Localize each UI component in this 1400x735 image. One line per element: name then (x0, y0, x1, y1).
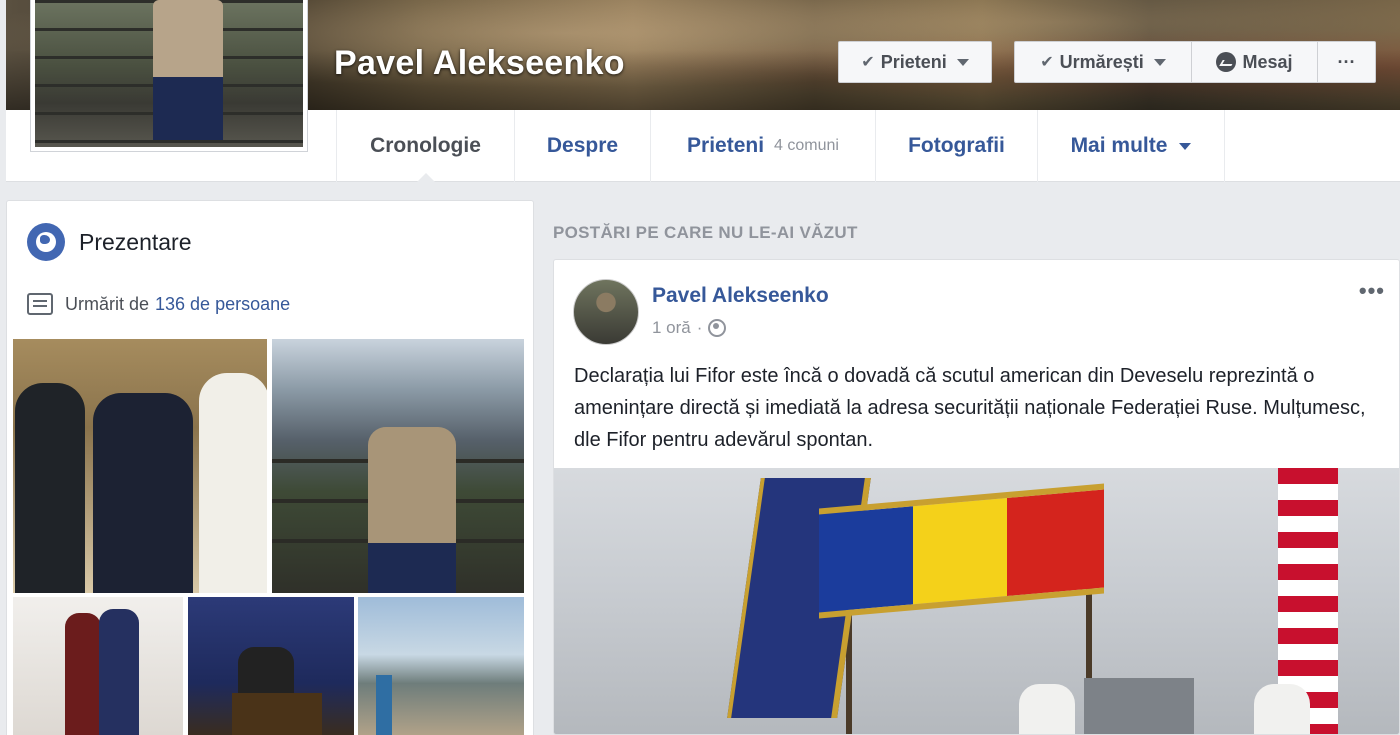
following-button-label: Urmărești (1059, 51, 1144, 72)
globe-icon (27, 223, 65, 261)
post-timestamp[interactable]: 1 oră (652, 318, 691, 338)
intro-card: Prezentare Urmărit de 136 de persoane (6, 200, 534, 735)
intro-title: Prezentare (79, 228, 192, 255)
unseen-posts-heading: POSTĂRI PE CARE NU LE-AI VĂZUT (553, 223, 858, 242)
tab-label: Prieteni (687, 134, 765, 157)
intro-photo[interactable] (13, 597, 183, 735)
profile-person-figure (153, 0, 223, 140)
intro-photo[interactable] (358, 597, 524, 735)
chevron-down-icon (1179, 142, 1192, 150)
sailor-figure (1254, 684, 1310, 734)
tab-about[interactable]: Despre (514, 110, 650, 182)
post-options-button[interactable]: ••• (1359, 278, 1385, 304)
ship-image (1084, 678, 1194, 734)
photo-figure (15, 383, 85, 593)
photo-figure (99, 609, 139, 735)
tab-timeline[interactable]: Cronologie (336, 110, 514, 183)
post-author[interactable]: Pavel Alekseenko (652, 284, 829, 308)
more-options-button[interactable]: ··· (1318, 41, 1376, 83)
photo-figure (65, 613, 101, 735)
tab-label: Mai multe (1070, 134, 1168, 157)
intro-photo[interactable] (272, 339, 524, 593)
avatar[interactable] (573, 279, 639, 345)
message-button-label: Mesaj (1242, 51, 1293, 72)
photo-figure (199, 373, 267, 593)
post-card: Pavel Alekseenko 1 oră · ••• Declarația … (553, 259, 1400, 735)
profile-picture-image (35, 0, 303, 147)
intro-photo[interactable] (13, 339, 267, 593)
photo-figure (368, 427, 456, 593)
post-image[interactable] (554, 468, 1399, 734)
intro-photo[interactable] (188, 597, 354, 735)
sailor-figure (1019, 684, 1075, 734)
mutual-friends-count: 4 comuni (774, 137, 839, 154)
tab-friends[interactable]: Prieteni 4 comuni (650, 110, 875, 182)
followers-link[interactable]: 136 de persoane (155, 294, 290, 315)
tab-more[interactable]: Mai multe (1037, 110, 1225, 182)
check-icon: ✔ (1040, 54, 1054, 71)
friends-button-label: Prieteni (880, 51, 947, 72)
intro-header: Prezentare (27, 223, 192, 261)
photo-figure (93, 393, 193, 593)
messenger-icon (1216, 52, 1237, 72)
tab-photos[interactable]: Fotografii (875, 110, 1037, 182)
followed-by: Urmărit de 136 de persoane (27, 293, 290, 315)
tab-label: Fotografii (908, 134, 1005, 157)
profile-name[interactable]: Pavel Alekseenko (334, 44, 625, 83)
public-globe-icon[interactable] (708, 319, 727, 337)
message-button[interactable]: Mesaj (1192, 41, 1318, 83)
chevron-down-icon (1153, 58, 1166, 66)
following-button[interactable]: ✔ Urmărești (1014, 41, 1192, 83)
post-meta: 1 oră · (652, 318, 727, 338)
more-options-icon: ··· (1337, 51, 1356, 72)
profile-picture[interactable] (30, 0, 308, 152)
tab-label: Cronologie (370, 134, 481, 157)
chevron-down-icon (956, 58, 969, 66)
meta-separator: · (696, 318, 703, 337)
rss-icon (27, 293, 53, 315)
tab-label: Despre (546, 134, 619, 157)
post-text: Declarația lui Fifor este încă o dovadă … (574, 365, 1366, 451)
photo-podium (232, 693, 322, 735)
photo-figure (376, 675, 392, 735)
flag-image (819, 483, 1104, 619)
check-icon: ✔ (861, 54, 875, 71)
friends-button[interactable]: ✔ Prieteni (838, 41, 992, 83)
followed-prefix: Urmărit de (65, 293, 150, 314)
